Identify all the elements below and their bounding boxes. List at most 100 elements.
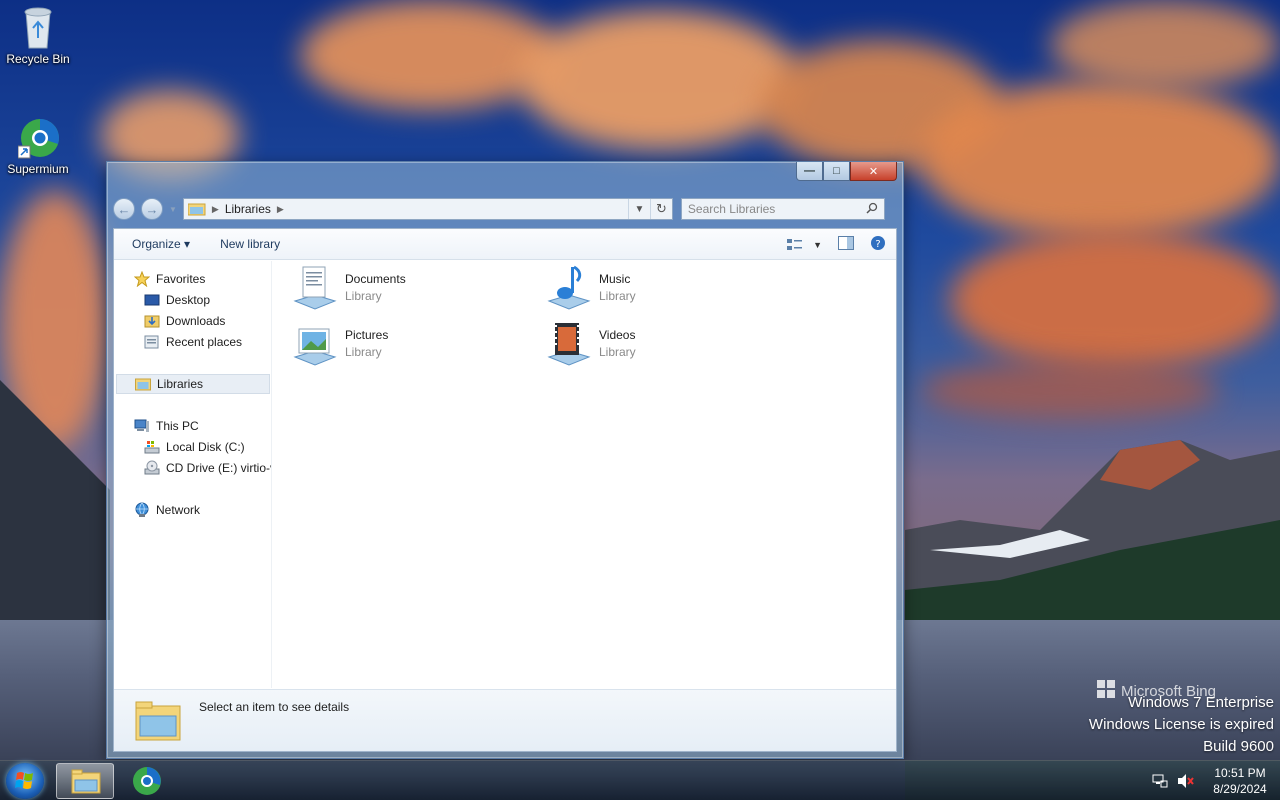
maximize-button[interactable]: □ (823, 162, 850, 181)
nav-label: Network (156, 503, 201, 517)
computer-icon (134, 418, 150, 434)
svg-text:?: ? (875, 239, 880, 250)
library-type: Library (599, 344, 636, 359)
address-bar[interactable]: ▶ Libraries ▶ ▼ ↻ (182, 198, 673, 220)
view-options-icon (787, 238, 803, 250)
address-dropdown-icon[interactable]: ▼ (627, 199, 650, 219)
library-item-music[interactable]: Music Library (545, 263, 636, 311)
taskbar: 10:51 PM 8/29/2024 (0, 760, 1280, 800)
navigation-bar: ← → ▼ ▶ Libraries ▶ ▼ ↻ Search Libraries (113, 196, 897, 222)
arrow-left-icon: ← (117, 201, 131, 217)
library-name: Videos (599, 327, 636, 342)
library-item-pictures[interactable]: Pictures Library (291, 319, 388, 367)
nav-libraries[interactable]: Libraries (116, 374, 270, 394)
music-library-icon (545, 263, 593, 311)
arrow-right-icon: → (145, 201, 159, 217)
taskbar-supermium[interactable] (118, 763, 176, 799)
new-library-button[interactable]: New library (220, 237, 280, 251)
command-bar: Organize ▾ New library ▼ ? (114, 229, 896, 260)
videos-library-icon (545, 319, 593, 367)
help-button[interactable]: ? (870, 235, 886, 254)
nav-label: Recent places (166, 335, 243, 349)
window-titlebar[interactable]: — □ ✕ (107, 162, 903, 192)
nav-label: Local Disk (C:) (166, 440, 245, 454)
documents-library-icon (291, 263, 339, 311)
nav-cd-drive[interactable]: CD Drive (E:) virtio-v (144, 458, 272, 478)
organize-menu[interactable]: Organize ▾ (132, 237, 190, 251)
nav-label: Libraries (157, 377, 204, 391)
watermark-license: Windows License is expired (1088, 716, 1274, 733)
refresh-icon[interactable]: ↻ (649, 199, 672, 219)
preview-pane-button[interactable] (838, 236, 854, 253)
nav-this-pc[interactable]: This PC (134, 416, 199, 436)
nav-label: CD Drive (E:) virtio-v (166, 461, 272, 475)
nav-network[interactable]: Network (134, 500, 200, 520)
search-input[interactable]: Search Libraries (688, 202, 775, 216)
hard-drive-icon (144, 439, 160, 455)
watermark-edition: Windows 7 Enterprise (1128, 694, 1274, 711)
recent-places-icon (144, 334, 160, 350)
library-name: Pictures (345, 327, 389, 342)
chevron-right-icon: ▶ (211, 203, 219, 214)
back-button[interactable]: ← (113, 198, 135, 220)
nav-favorites[interactable]: Favorites (133, 269, 206, 289)
file-explorer-icon (71, 769, 101, 794)
nav-recent-places[interactable]: Recent places (144, 332, 242, 352)
windows-license-watermark: Windows 7 Enterprise Windows License is … (1089, 692, 1274, 758)
nav-label: This PC (156, 419, 199, 433)
caption-buttons: — □ ✕ (796, 162, 897, 182)
clock-date: 8/29/2024 (1213, 782, 1267, 796)
close-button[interactable]: ✕ (850, 162, 897, 181)
navigation-pane: Favorites Desktop Downloads Recent place… (114, 261, 272, 688)
desktop-icon-recycle-bin[interactable]: Recycle Bin (0, 6, 76, 66)
star-icon (133, 270, 151, 288)
recent-locations-dropdown[interactable]: ▼ (169, 205, 177, 214)
start-button[interactable] (6, 763, 44, 799)
library-name: Music (599, 271, 631, 286)
libraries-folder-icon (187, 202, 206, 216)
breadcrumb-libraries[interactable]: Libraries (225, 202, 271, 216)
cd-drive-icon (144, 460, 160, 476)
system-tray: 10:51 PM 8/29/2024 (1148, 761, 1280, 800)
forward-button[interactable]: → (141, 198, 163, 220)
search-box[interactable]: Search Libraries (680, 198, 885, 220)
change-view-button[interactable]: ▼ (787, 238, 822, 252)
library-type: Library (345, 288, 382, 303)
help-icon: ? (871, 236, 885, 250)
desktop-icon-label: Recycle Bin (6, 52, 70, 66)
search-icon (866, 202, 878, 217)
downloads-icon (144, 313, 160, 329)
minimize-button[interactable]: — (796, 162, 823, 181)
library-type: Library (599, 288, 636, 303)
details-pane: Select an item to see details (114, 689, 896, 751)
libraries-large-icon (134, 696, 182, 744)
taskbar-clock[interactable]: 10:51 PM 8/29/2024 (1200, 765, 1280, 797)
taskbar-file-explorer[interactable] (56, 763, 114, 799)
desktop-icon-supermium[interactable]: Supermium (0, 116, 76, 176)
library-item-documents[interactable]: Documents Library (291, 263, 406, 311)
network-status-icon[interactable] (1148, 773, 1172, 789)
chevron-down-icon: ▼ (813, 239, 822, 250)
watermark-build: Build 9600 (1203, 738, 1274, 755)
details-text: Select an item to see details (199, 700, 350, 714)
nav-downloads[interactable]: Downloads (144, 311, 225, 331)
library-item-videos[interactable]: Videos Library (545, 319, 636, 367)
explorer-window[interactable]: — □ ✕ ← → ▼ ▶ Libraries ▶ ▼ ↻ Search Lib… (106, 161, 904, 759)
desktop-icon-label: Supermium (7, 162, 69, 176)
nav-label: Downloads (166, 314, 226, 328)
preview-pane-icon (838, 236, 854, 250)
windows-logo-icon (15, 772, 33, 789)
libraries-content: Documents Library Music Library Pictures… (276, 261, 896, 688)
library-name: Documents (345, 271, 406, 286)
nav-label: Favorites (156, 272, 206, 286)
desktop-icon (144, 292, 160, 308)
nav-local-disk[interactable]: Local Disk (C:) (144, 437, 245, 457)
recycle-bin-icon (18, 6, 58, 50)
library-type: Library (345, 344, 382, 359)
explorer-client-area: Organize ▾ New library ▼ ? Favorites Des… (113, 228, 897, 752)
chevron-right-icon[interactable]: ▶ (277, 204, 284, 215)
nav-desktop[interactable]: Desktop (144, 290, 210, 310)
volume-muted-icon[interactable] (1172, 773, 1200, 789)
libraries-icon (135, 376, 151, 392)
network-icon (134, 502, 150, 518)
